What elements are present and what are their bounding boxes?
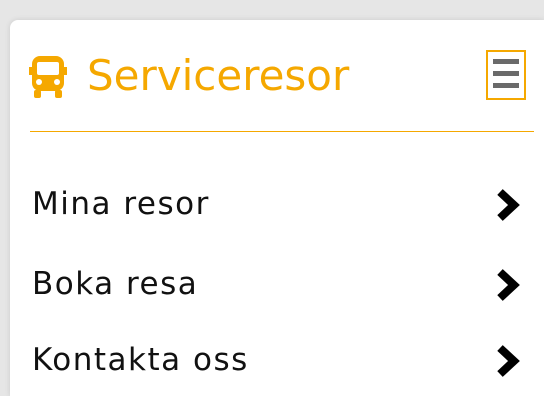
bus-icon [29,56,67,98]
nav-item-mina-resor[interactable]: Mina resor [10,170,544,240]
header-divider [30,131,534,132]
app-title: Serviceresor [87,51,350,100]
nav-item-label: Mina resor [32,186,210,222]
app-card: Serviceresor Mina resor Boka resa Kontak… [10,20,544,396]
nav-item-boka-resa[interactable]: Boka resa [10,250,544,320]
chevron-right-icon [497,345,520,377]
nav-item-label: Kontakta oss [32,342,249,378]
hamburger-menu-button[interactable] [486,50,526,100]
nav-item-label: Boka resa [32,266,199,302]
hamburger-menu-icon [493,59,519,64]
nav-item-kontakta-oss[interactable]: Kontakta oss [10,326,544,396]
hamburger-menu-icon [493,83,519,88]
chevron-right-icon [497,189,520,221]
hamburger-menu-icon [493,71,519,76]
chevron-right-icon [497,269,520,301]
app-header: Serviceresor [10,20,544,132]
